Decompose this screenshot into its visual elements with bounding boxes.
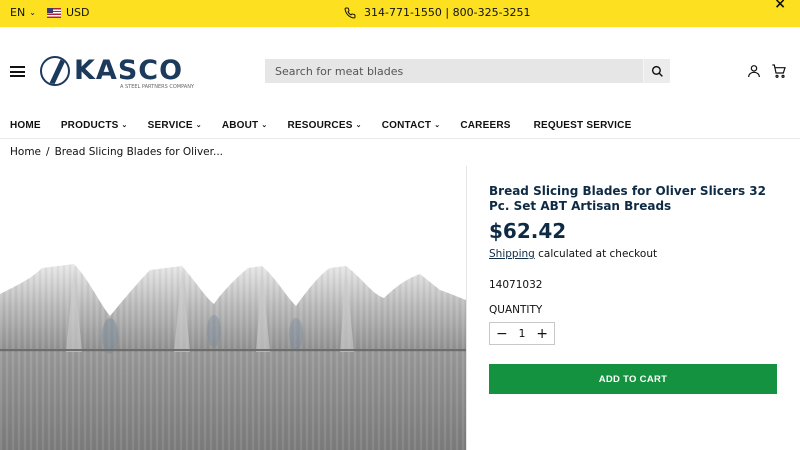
product-sku: 14071032 xyxy=(489,279,543,291)
nav-item-service[interactable]: SERVICE ⌄ xyxy=(148,120,202,131)
shipping-link[interactable]: Shipping xyxy=(489,248,535,260)
logo-subtitle: A STEEL PARTNERS COMPANY xyxy=(120,84,194,90)
logo-text: KASCO xyxy=(74,55,184,86)
decrease-quantity-button[interactable]: − xyxy=(496,327,508,341)
nav-item-home[interactable]: HOME xyxy=(10,120,41,131)
phone-icon xyxy=(344,6,356,18)
hamburger-menu-icon[interactable] xyxy=(10,66,25,77)
chevron-down-icon: ⌄ xyxy=(29,7,36,17)
announcement-bar: EN ⌄ USD 314-771-1550 | 800-325-3251 × xyxy=(0,0,800,27)
chevron-down-icon: ⌄ xyxy=(121,122,128,129)
breadcrumb-home[interactable]: Home xyxy=(10,146,41,158)
close-icon[interactable]: × xyxy=(774,0,786,12)
search-icon xyxy=(651,65,663,77)
shipping-note: Shipping calculated at checkout xyxy=(489,248,657,260)
nav-item-products[interactable]: PRODUCTS ⌄ xyxy=(61,120,128,131)
nav-label: CAREERS xyxy=(460,120,511,131)
phone-contact[interactable]: 314-771-1550 | 800-325-3251 xyxy=(344,6,531,19)
language-label: EN xyxy=(10,6,26,19)
nav-label: CONTACT xyxy=(381,120,432,131)
breadcrumb-separator: / xyxy=(46,146,50,158)
nav-divider xyxy=(0,138,800,139)
quantity-input[interactable]: 1 xyxy=(519,327,526,340)
product-image[interactable] xyxy=(0,166,466,450)
account-icon[interactable] xyxy=(746,63,762,79)
currency-selector[interactable]: USD xyxy=(47,6,90,19)
nav-label: REQUEST SERVICE xyxy=(533,120,632,131)
add-to-cart-button[interactable]: ADD TO CART xyxy=(489,364,777,394)
blade-image xyxy=(0,264,466,450)
nav-item-resources[interactable]: RESOURCES ⌄ xyxy=(287,120,361,131)
shipping-text: calculated at checkout xyxy=(534,248,658,260)
breadcrumb-current[interactable]: Bread Slicing Blades for Oliver... xyxy=(55,146,223,158)
chevron-down-icon: ⌄ xyxy=(195,122,202,129)
chevron-down-icon: ⌄ xyxy=(261,122,268,129)
search-button[interactable] xyxy=(643,59,670,83)
search-input[interactable] xyxy=(265,59,643,83)
quantity-label: QUANTITY xyxy=(489,304,543,316)
nav-label: SERVICE xyxy=(147,120,193,131)
column-divider xyxy=(466,166,467,450)
main-nav: HOME PRODUCTS ⌄ SERVICE ⌄ ABOUT ⌄ RESOUR… xyxy=(10,120,631,131)
kasco-logo[interactable]: KASCO A STEEL PARTNERS COMPANY xyxy=(40,54,195,92)
nav-label: PRODUCTS xyxy=(60,120,119,131)
quantity-stepper: − 1 + xyxy=(489,322,555,345)
product-price: $62.42 xyxy=(489,219,567,243)
phone-numbers: 314-771-1550 | 800-325-3251 xyxy=(364,6,531,19)
breadcrumb: Home / Bread Slicing Blades for Oliver..… xyxy=(10,146,223,158)
cart-icon[interactable] xyxy=(771,63,787,79)
nav-item-about[interactable]: ABOUT ⌄ xyxy=(222,120,268,131)
nav-label: RESOURCES xyxy=(287,120,353,131)
nav-label: ABOUT xyxy=(221,120,259,131)
currency-label: USD xyxy=(66,6,90,19)
increase-quantity-button[interactable]: + xyxy=(536,327,548,341)
search-bar xyxy=(265,59,670,83)
nav-item-request-service[interactable]: REQUEST SERVICE xyxy=(534,120,632,131)
us-flag-icon xyxy=(47,7,61,18)
chevron-down-icon: ⌄ xyxy=(434,122,441,129)
nav-label: HOME xyxy=(10,120,41,131)
product-title: Bread Slicing Blades for Oliver Slicers … xyxy=(489,184,766,213)
nav-item-contact[interactable]: CONTACT ⌄ xyxy=(382,120,441,131)
chevron-down-icon: ⌄ xyxy=(355,122,362,129)
language-selector[interactable]: EN ⌄ xyxy=(10,6,36,19)
logo-mark-icon xyxy=(40,56,70,86)
nav-item-careers[interactable]: CAREERS xyxy=(460,120,510,131)
